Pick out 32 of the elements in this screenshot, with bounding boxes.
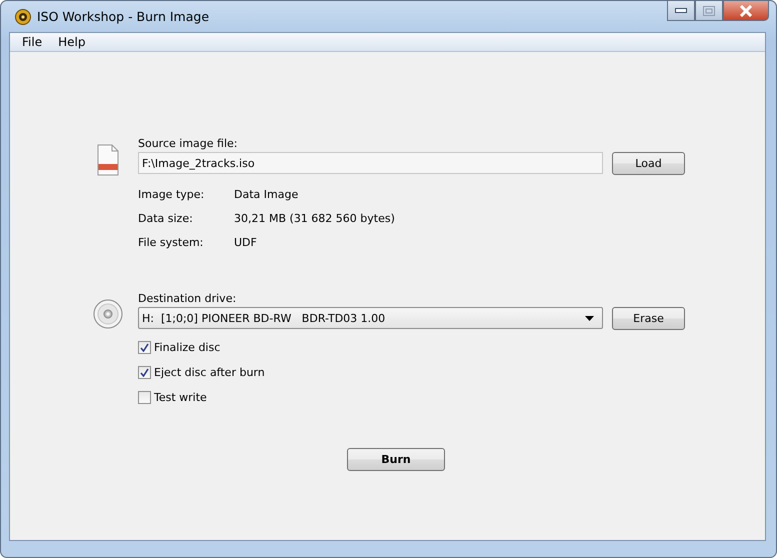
checkbox-label: Finalize disc	[154, 341, 220, 354]
disc-icon	[15, 8, 31, 24]
checkbox-label: Eject disc after burn	[154, 366, 265, 379]
source-label: Source image file:	[138, 136, 238, 151]
checkbox[interactable]	[138, 341, 151, 354]
file-icon	[97, 144, 119, 176]
drive-dropdown[interactable]: H: [1;0;0] PIONEER BD-RW BDR-TD03 1.00	[138, 307, 603, 329]
burn-button[interactable]: Burn	[347, 448, 445, 471]
minimize-icon	[675, 8, 687, 14]
info-label: File system:	[138, 235, 204, 250]
close-button[interactable]	[723, 1, 769, 21]
window-title: ISO Workshop - Burn Image	[37, 9, 210, 24]
maximize-button[interactable]	[695, 1, 723, 21]
dropdown-arrow-icon	[585, 316, 594, 320]
load-button[interactable]: Load	[612, 152, 685, 175]
checkbox[interactable]	[138, 366, 151, 379]
checkbox[interactable]	[138, 391, 151, 404]
erase-button[interactable]: Erase	[612, 307, 685, 330]
info-label: Data size:	[138, 211, 194, 226]
menu-item[interactable]: Help	[50, 35, 94, 49]
maximize-icon	[703, 6, 715, 16]
minimize-button[interactable]	[667, 1, 695, 21]
info-label: Image type:	[138, 187, 206, 202]
checkbox-label: Test write	[154, 391, 207, 404]
close-icon	[739, 4, 753, 16]
source-field[interactable]: F:\Image_2tracks.iso	[138, 152, 603, 174]
destination-label: Destination drive:	[138, 291, 238, 306]
menu-item[interactable]: File	[14, 35, 50, 49]
info-value: UDF	[234, 235, 258, 250]
info-value: Data Image	[234, 187, 300, 202]
info-value: 30,21 MB (31 682 560 bytes)	[234, 211, 396, 226]
disc-icon	[93, 299, 123, 329]
